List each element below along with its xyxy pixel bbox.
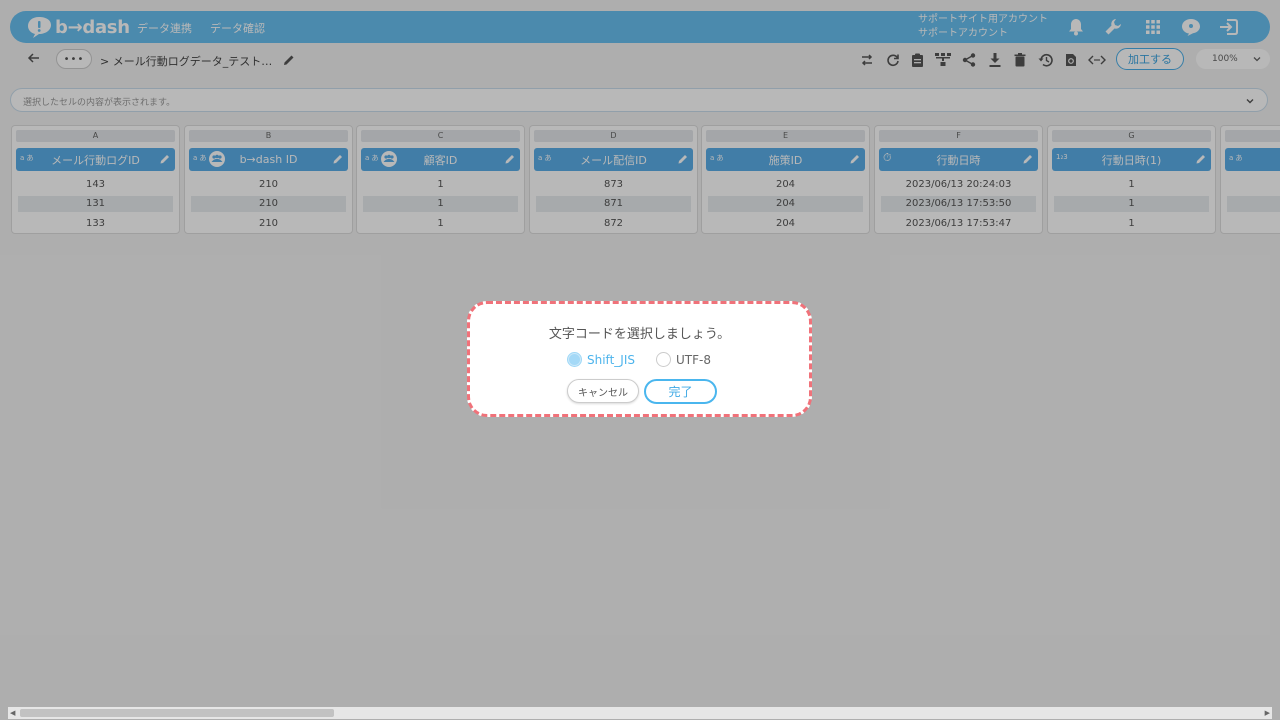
radio-button[interactable]	[656, 352, 671, 367]
cancel-button[interactable]: キャンセル	[567, 379, 639, 403]
encoding-dialog: 文字コードを選択しましょう。 Shift_JIS UTF-8 キャンセル 完了	[467, 301, 812, 417]
horizontal-scrollbar[interactable]: ◀ ▶	[8, 707, 1272, 719]
scrollbar-thumb[interactable]	[20, 709, 334, 717]
radio-label-shift-jis: Shift_JIS	[587, 352, 635, 367]
scroll-right-icon[interactable]: ▶	[1265, 709, 1270, 717]
dialog-title: 文字コードを選択しましょう。	[548, 327, 731, 342]
radio-shift-jis[interactable]: Shift_JIS	[567, 352, 635, 367]
radio-button-selected[interactable]	[567, 352, 582, 367]
done-button[interactable]: 完了	[644, 379, 717, 404]
radio-utf8[interactable]: UTF-8	[656, 352, 711, 367]
radio-label-utf8: UTF-8	[676, 352, 711, 367]
scroll-left-icon[interactable]: ◀	[10, 709, 15, 717]
